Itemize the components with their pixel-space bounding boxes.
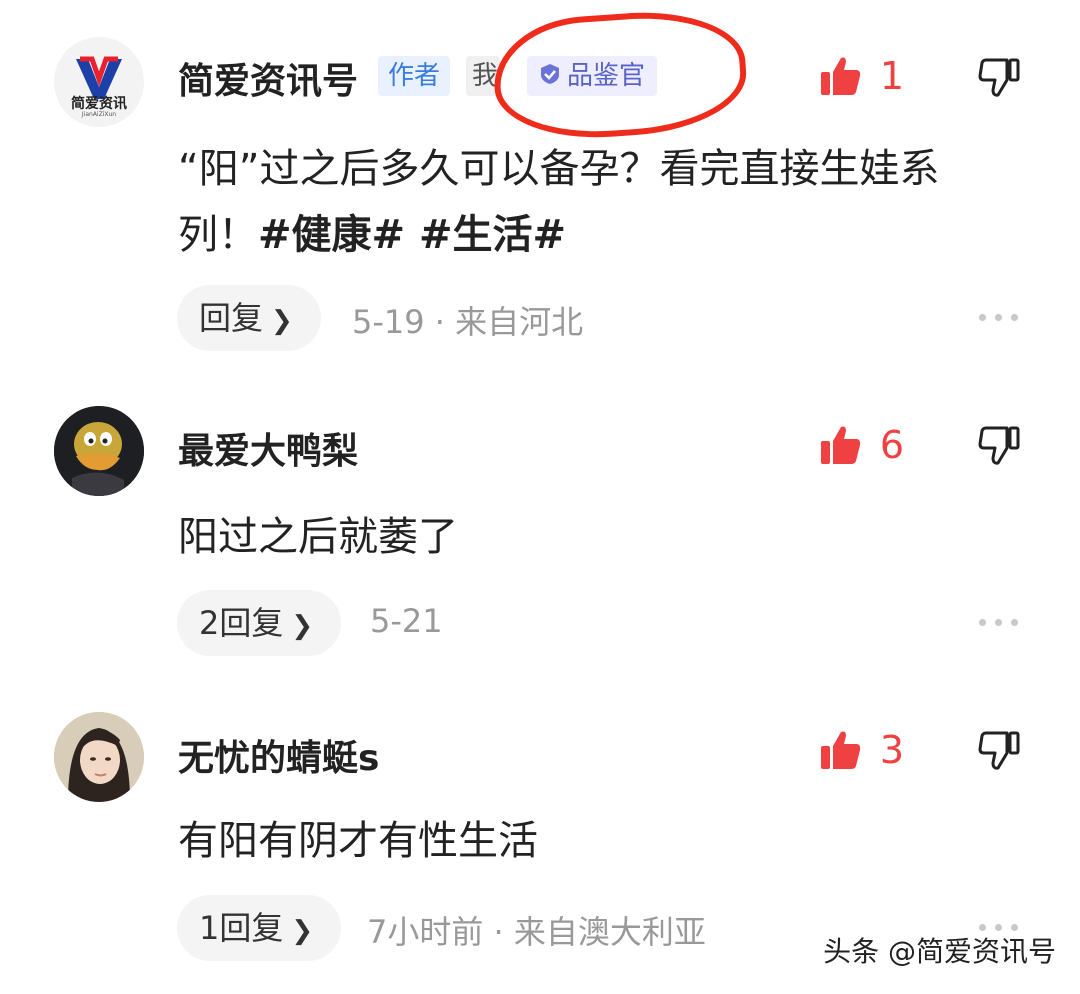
- chevron-right-icon: ❯: [291, 916, 314, 946]
- avatar[interactable]: [54, 712, 144, 802]
- avatar-logo-text: 简爱资讯: [71, 96, 127, 112]
- chevron-right-icon: ❯: [271, 306, 293, 336]
- thumbs-down-icon: [978, 426, 1020, 465]
- verified-check-icon: [539, 57, 561, 97]
- dislike-button[interactable]: [978, 731, 1020, 775]
- thumbs-up-icon: [820, 57, 861, 95]
- chevron-right-icon: ❯: [291, 611, 314, 641]
- comment-item: 最爱大鸭梨 6 阳过之后就萎了 2回复 ❯ 5-21: [0, 400, 1080, 690]
- watermark: 头条 @简爱资讯号: [823, 935, 1056, 968]
- username[interactable]: 无忧的蜻蜓s: [178, 729, 379, 781]
- username[interactable]: 最爱大鸭梨: [178, 422, 358, 474]
- comment-item: 简爱资讯 JianAiZiXun 简爱资讯号 作者 我 品鉴官 1 “阳”过之后…: [0, 0, 1080, 370]
- avatar[interactable]: 简爱资讯 JianAiZiXun: [54, 37, 144, 127]
- username[interactable]: 简爱资讯号: [178, 52, 358, 104]
- comment-content: 有阳有阴才有性生活: [178, 818, 538, 864]
- avatar-logo-sub: JianAiZiXun: [81, 111, 117, 118]
- thumbs-up-icon: [820, 426, 861, 464]
- more-dots-icon[interactable]: [979, 619, 1018, 626]
- comment-meta: 5-19 · 来自河北: [352, 303, 584, 341]
- me-tag: 我: [466, 56, 500, 96]
- thumbs-up-icon: [820, 731, 861, 769]
- reply-label: 回复: [199, 299, 264, 337]
- more-dots-icon[interactable]: [979, 314, 1018, 321]
- reply-button[interactable]: 2回复 ❯: [177, 590, 342, 656]
- like-button[interactable]: 6: [820, 423, 904, 467]
- dislike-button[interactable]: [978, 58, 1020, 102]
- like-count: 1: [879, 54, 904, 98]
- duck-avatar-image: [54, 406, 144, 496]
- girl-avatar-image: [54, 712, 144, 802]
- comment-content: “阳”过之后多久可以备孕？看完直接生娃系列！#健康# #生活#: [178, 136, 1018, 268]
- thumbs-down-icon: [978, 58, 1020, 97]
- like-button[interactable]: 1: [820, 54, 904, 98]
- comment-meta: 7小时前 · 来自澳大利亚: [367, 913, 706, 951]
- thumbs-down-icon: [978, 731, 1020, 770]
- like-count: 3: [879, 728, 904, 772]
- dislike-button[interactable]: [978, 426, 1020, 470]
- author-tag: 作者: [378, 56, 451, 96]
- reply-label: 2回复: [199, 604, 284, 642]
- judge-label: 品鉴官: [567, 61, 646, 91]
- avatar[interactable]: [54, 406, 144, 496]
- comment-item: 无忧的蜻蜓s 3 有阳有阴才有性生活 1回复 ❯ 7小时前 · 来自澳大利亚: [0, 705, 1080, 965]
- comment-content: 阳过之后就萎了: [178, 514, 458, 560]
- reply-label: 1回复: [199, 909, 284, 947]
- judge-badge: 品鉴官: [527, 56, 658, 97]
- comment-meta: 5-21: [370, 602, 443, 640]
- like-button[interactable]: 3: [820, 728, 904, 772]
- like-count: 6: [879, 423, 904, 467]
- reply-button[interactable]: 回复 ❯: [177, 285, 321, 351]
- reply-button[interactable]: 1回复 ❯: [177, 895, 342, 961]
- hashtags[interactable]: #健康# #生活#: [258, 212, 566, 258]
